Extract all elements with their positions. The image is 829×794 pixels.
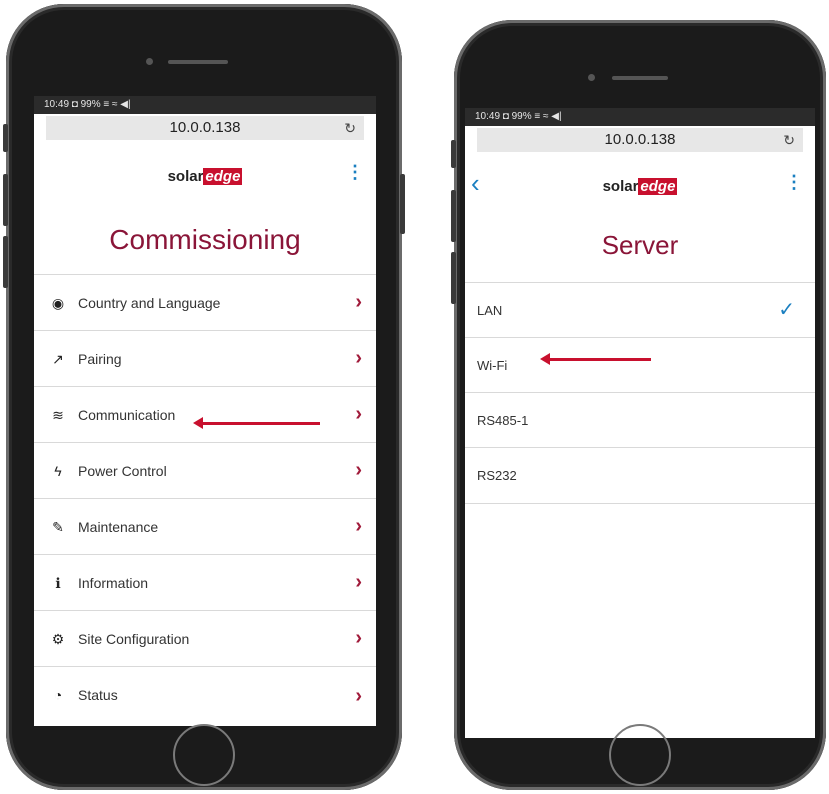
mute-switch <box>3 124 8 152</box>
status-bar: 10:49 ◘ 99% ≡ ≈ ◀| <box>34 96 376 114</box>
menu-item-power-control[interactable]: ϟ Power Control › <box>34 442 376 499</box>
info-icon: ℹ <box>55 575 61 591</box>
logo-text-solar: solar <box>602 178 639 195</box>
logo-text-edge: edge <box>203 168 243 185</box>
front-camera <box>588 74 595 81</box>
url-text[interactable]: 10.0.0.138 <box>605 131 676 148</box>
menu-item-status[interactable]: ◔ Status › <box>34 666 376 726</box>
globe-icon: ◉ <box>51 295 65 311</box>
left-screen: 10:49 ◘ 99% ≡ ≈ ◀| 10.0.0.138 ↻ solar edg… <box>34 96 376 726</box>
chevron-right-icon: › <box>355 685 362 707</box>
menu-item-label: Communication <box>78 407 176 423</box>
power-icon: ϟ <box>54 463 62 479</box>
volume-up-button <box>3 174 8 226</box>
server-option-label: RS232 <box>477 468 517 483</box>
logo-text-solar: solar <box>167 168 204 185</box>
checkmark-icon: ✓ <box>778 299 795 321</box>
menu-item-label: Site Configuration <box>78 631 190 647</box>
page-title: Server <box>601 230 679 260</box>
chevron-right-icon: › <box>355 515 362 537</box>
menu-item-maintenance[interactable]: ✎ Maintenance › <box>34 498 376 555</box>
right-screen: 10:49 ◘ 99% ≡ ≈ ◀| 10.0.0.138 ↻ ‹ solar e… <box>465 108 815 738</box>
solaredge-logo: solar edge <box>34 168 376 185</box>
server-option-rs232[interactable]: RS232 <box>465 447 815 504</box>
mute-switch <box>451 140 456 168</box>
power-button <box>400 174 405 234</box>
volume-down-button <box>451 252 456 304</box>
chevron-right-icon: › <box>355 459 362 481</box>
menu-item-label: Country and Language <box>78 295 221 311</box>
url-bar[interactable]: 10.0.0.138 ↻ <box>477 128 803 152</box>
kebab-menu-icon[interactable]: ⋮ <box>785 172 803 193</box>
menu-item-label: Power Control <box>78 463 167 479</box>
page-title: Commissioning <box>109 224 301 255</box>
solaredge-logo: solar edge <box>465 178 815 195</box>
menu-item-label: Information <box>78 575 149 591</box>
menu-item-pairing[interactable]: ↗ Pairing › <box>34 330 376 387</box>
chevron-right-icon: › <box>355 571 362 593</box>
chevron-right-icon: › <box>355 627 362 649</box>
menu-item-information[interactable]: ℹ Information › <box>34 554 376 611</box>
server-option-label: RS485-1 <box>477 413 529 428</box>
menu-item-label: Maintenance <box>78 519 159 535</box>
menu-item-label: Pairing <box>78 351 122 367</box>
logo-text-edge: edge <box>638 178 678 195</box>
wrench-icon: ✎ <box>52 519 64 535</box>
left-phone: 10:49 ◘ 99% ≡ ≈ ◀| 10.0.0.138 ↻ solar edg… <box>3 4 405 790</box>
kebab-menu-icon[interactable]: ⋮ <box>346 162 364 183</box>
volume-down-button <box>3 236 8 288</box>
server-option-rs485-1[interactable]: RS485-1 <box>465 392 815 448</box>
menu-item-country-and-language[interactable]: ◉ Country and Language › <box>34 274 376 331</box>
wifi-icon: ≋ <box>52 407 64 423</box>
gears-icon: ⚙ <box>51 631 65 647</box>
server-option-label: LAN <box>477 303 503 318</box>
server-option-label: Wi-Fi <box>477 358 508 373</box>
server-option-wifi[interactable]: Wi-Fi <box>465 337 815 393</box>
front-camera <box>146 58 153 65</box>
menu-item-site-configuration[interactable]: ⚙ Site Configuration › <box>34 610 376 667</box>
status-bar: 10:49 ◘ 99% ≡ ≈ ◀| <box>465 108 815 126</box>
right-phone: 10:49 ◘ 99% ≡ ≈ ◀| 10.0.0.138 ↻ ‹ solar e… <box>451 20 826 790</box>
dashboard-icon: ◔ <box>53 687 63 703</box>
url-bar[interactable]: 10.0.0.138 ↻ <box>46 116 364 140</box>
chevron-right-icon: › <box>355 347 362 369</box>
red-arrow-annotation <box>540 353 651 365</box>
home-button[interactable] <box>609 724 671 786</box>
server-option-lan[interactable]: LAN ✓ <box>465 282 815 338</box>
menu-item-label: Status <box>78 687 118 703</box>
reload-icon[interactable]: ↻ <box>783 128 795 152</box>
earpiece-speaker <box>612 76 668 80</box>
reload-icon[interactable]: ↻ <box>344 116 356 140</box>
red-arrow-annotation <box>193 417 320 429</box>
home-button[interactable] <box>173 724 235 786</box>
chevron-right-icon: › <box>355 291 362 313</box>
volume-up-button <box>451 190 456 242</box>
url-text[interactable]: 10.0.0.138 <box>170 119 241 136</box>
chevron-right-icon: › <box>355 403 362 425</box>
pairing-icon: ↗ <box>52 351 64 367</box>
menu-item-communication[interactable]: ≋ Communication › <box>34 386 376 443</box>
earpiece-speaker <box>168 60 228 64</box>
